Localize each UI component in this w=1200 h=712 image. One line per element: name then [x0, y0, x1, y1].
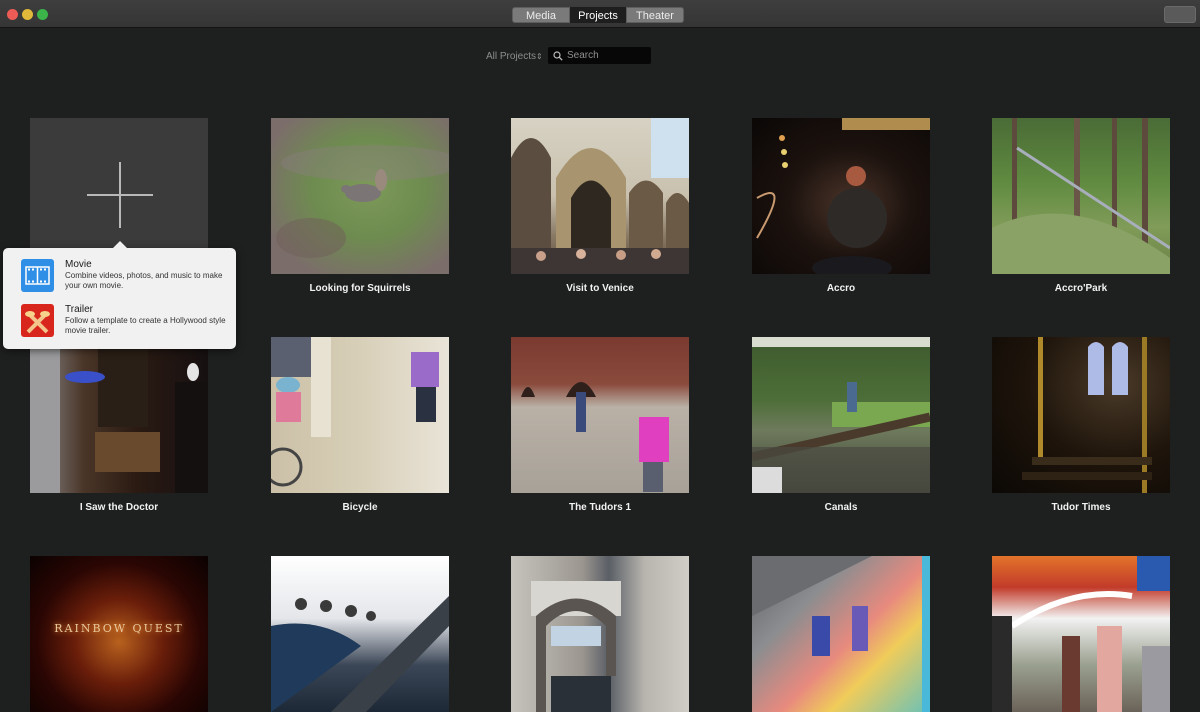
venice-basilica-image	[511, 118, 689, 274]
project-tile[interactable]	[271, 556, 449, 712]
project-title: I Saw the Doctor	[79, 502, 159, 513]
tab-media[interactable]: Media	[512, 7, 570, 23]
view-switcher: Media Projects Theater	[512, 7, 684, 23]
project-thumbnail[interactable]	[271, 337, 449, 493]
create-trailer-option[interactable]: Trailer Follow a template to create a Ho…	[21, 304, 231, 340]
chevron-updown-icon: ⇕	[536, 52, 543, 61]
rollercoaster-image	[271, 596, 449, 712]
tudor-doorway-image	[1022, 337, 1152, 493]
project-title: Accro	[826, 283, 856, 294]
project-thumbnail[interactable]	[511, 337, 689, 493]
create-movie-option[interactable]: Movie Combine videos, photos, and music …	[21, 259, 231, 295]
trailer-option-description: Follow a template to create a Hollywood …	[65, 316, 226, 335]
project-title: Tudor Times	[1051, 502, 1111, 513]
accropark-image	[992, 118, 1170, 274]
bridge-of-sighs-image	[531, 581, 621, 712]
project-thumbnail[interactable]	[752, 556, 930, 712]
project-title: Visit to Venice	[566, 283, 634, 294]
funfair-image	[992, 556, 1170, 712]
project-tile[interactable]: Visit to Venice	[511, 118, 689, 294]
project-thumbnail[interactable]	[30, 337, 208, 493]
minimize-window-button[interactable]	[22, 9, 33, 20]
project-title: Accro'Park	[1054, 283, 1108, 294]
project-thumbnail[interactable]	[511, 556, 689, 712]
search-input[interactable]	[567, 50, 647, 61]
project-tile[interactable]: RAINBOW QUEST	[30, 556, 208, 712]
project-thumbnail[interactable]	[992, 118, 1170, 274]
close-window-button[interactable]	[7, 9, 18, 20]
project-tile[interactable]: Accro	[752, 118, 930, 294]
tab-projects[interactable]: Projects	[570, 7, 626, 23]
project-thumbnail[interactable]	[752, 118, 930, 274]
project-tile[interactable]: I Saw the Doctor	[30, 337, 208, 513]
project-tile[interactable]: Accro'Park	[992, 118, 1170, 294]
climbing-wall-image	[752, 556, 930, 712]
project-tile[interactable]: Bicycle	[271, 337, 449, 513]
thumbnail-title-text: RAINBOW QUEST	[54, 622, 184, 635]
project-thumbnail[interactable]: RAINBOW QUEST	[30, 556, 208, 712]
project-title: The Tudors 1	[568, 502, 632, 513]
new-project-popover: Movie Combine videos, photos, and music …	[3, 241, 236, 349]
project-title: Canals	[824, 502, 858, 513]
title-bar: Media Projects Theater	[0, 0, 1200, 28]
maximize-window-button[interactable]	[37, 9, 48, 20]
project-tile[interactable]: The Tudors 1	[511, 337, 689, 513]
project-title: Looking for Squirrels	[309, 283, 411, 294]
project-tile[interactable]: Canals	[752, 337, 930, 513]
plus-icon-vertical	[119, 162, 121, 228]
tab-theater[interactable]: Theater	[626, 7, 684, 23]
project-title: Bicycle	[342, 502, 378, 513]
canal-lock-image	[752, 337, 930, 493]
tudor-courtyard-image	[521, 382, 669, 492]
project-tile[interactable]: Looking for Squirrels	[271, 118, 449, 294]
spotlights-icon	[21, 304, 54, 337]
squirrel-image	[276, 145, 449, 258]
project-thumbnail[interactable]	[271, 118, 449, 274]
project-tile[interactable]	[752, 556, 930, 712]
project-thumbnail[interactable]	[271, 556, 449, 712]
doctor-who-exhibit-image	[30, 347, 208, 493]
projects-filter-dropdown[interactable]: All Projects⇕	[486, 51, 543, 62]
project-thumbnail[interactable]	[992, 556, 1170, 712]
project-thumbnail[interactable]	[992, 337, 1170, 493]
bicycle-image	[271, 337, 439, 487]
movie-option-description: Combine videos, photos, and music to mak…	[65, 271, 223, 290]
project-tile[interactable]	[511, 556, 689, 712]
search-icon	[553, 50, 563, 61]
accro-image	[756, 118, 930, 274]
toolbar-right-button[interactable]	[1164, 6, 1196, 23]
project-thumbnail[interactable]	[511, 118, 689, 274]
project-tile[interactable]: Tudor Times	[992, 337, 1170, 513]
project-thumbnail[interactable]	[752, 337, 930, 493]
film-strip-icon	[21, 259, 54, 292]
movie-option-title: Movie	[65, 259, 92, 270]
search-field[interactable]	[548, 47, 651, 64]
trailer-option-title: Trailer	[65, 304, 93, 315]
project-tile[interactable]	[992, 556, 1170, 712]
filter-label: All Projects	[486, 51, 537, 62]
